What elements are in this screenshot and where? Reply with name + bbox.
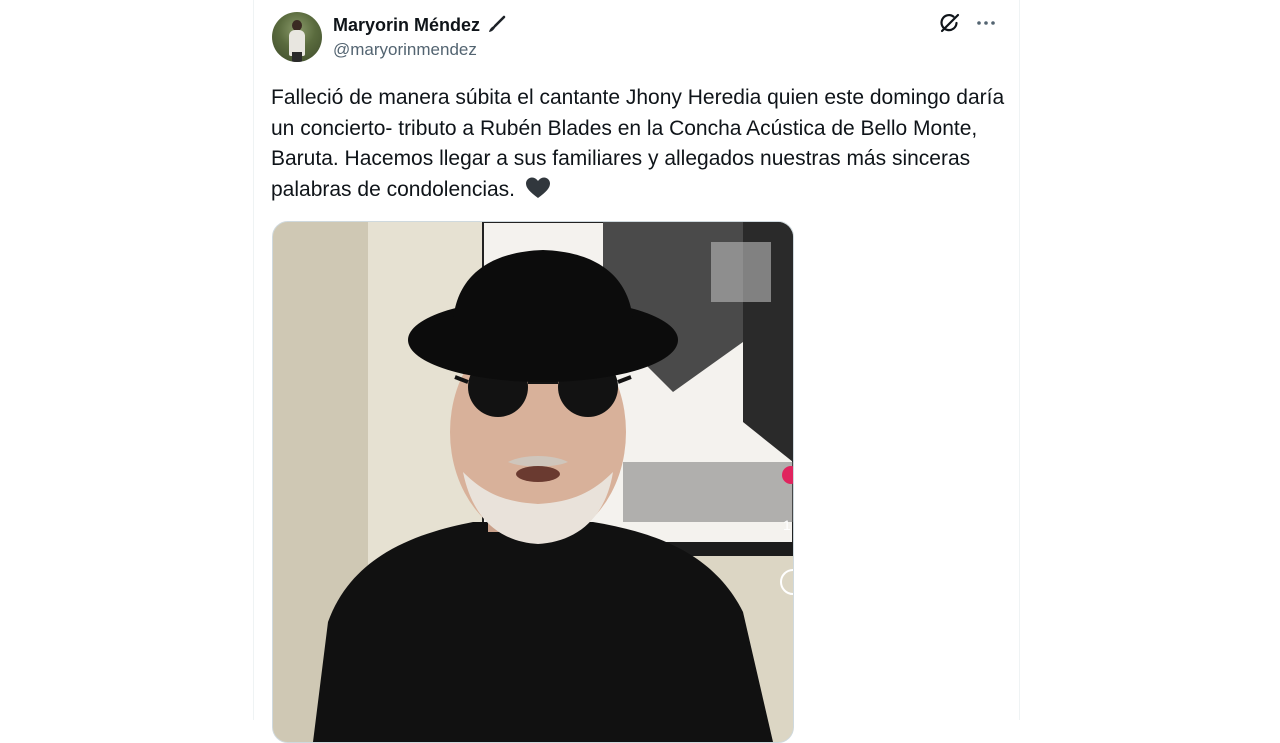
more-options-button[interactable] xyxy=(973,12,999,38)
video-frame-illustration: 1 xyxy=(273,222,793,742)
avatar-figure-legs xyxy=(292,52,302,62)
author-handle[interactable]: @maryorinmendez xyxy=(333,40,477,60)
tweet-actions xyxy=(937,12,999,38)
timeline-divider-right xyxy=(1019,0,1020,720)
more-options-icon xyxy=(975,12,997,39)
video-overlay-number: 1 xyxy=(783,517,791,533)
black-heart-icon xyxy=(525,176,551,200)
grok-button[interactable] xyxy=(937,12,963,38)
tweet-text-body: Falleció de manera súbita el cantante Jh… xyxy=(271,86,1005,201)
author-name-row: Maryorin Méndez xyxy=(333,14,506,36)
tweet[interactable]: Maryorin Méndez @maryorinmendez Falleció… xyxy=(254,0,1019,743)
avatar[interactable] xyxy=(272,12,322,62)
author-display-name[interactable]: Maryorin Méndez xyxy=(333,15,480,36)
paintbrush-icon xyxy=(486,15,506,35)
tweet-text: Falleció de manera súbita el cantante Jh… xyxy=(271,83,1011,205)
video-thumbnail[interactable]: 1 xyxy=(272,221,794,743)
grok-icon xyxy=(938,11,962,40)
